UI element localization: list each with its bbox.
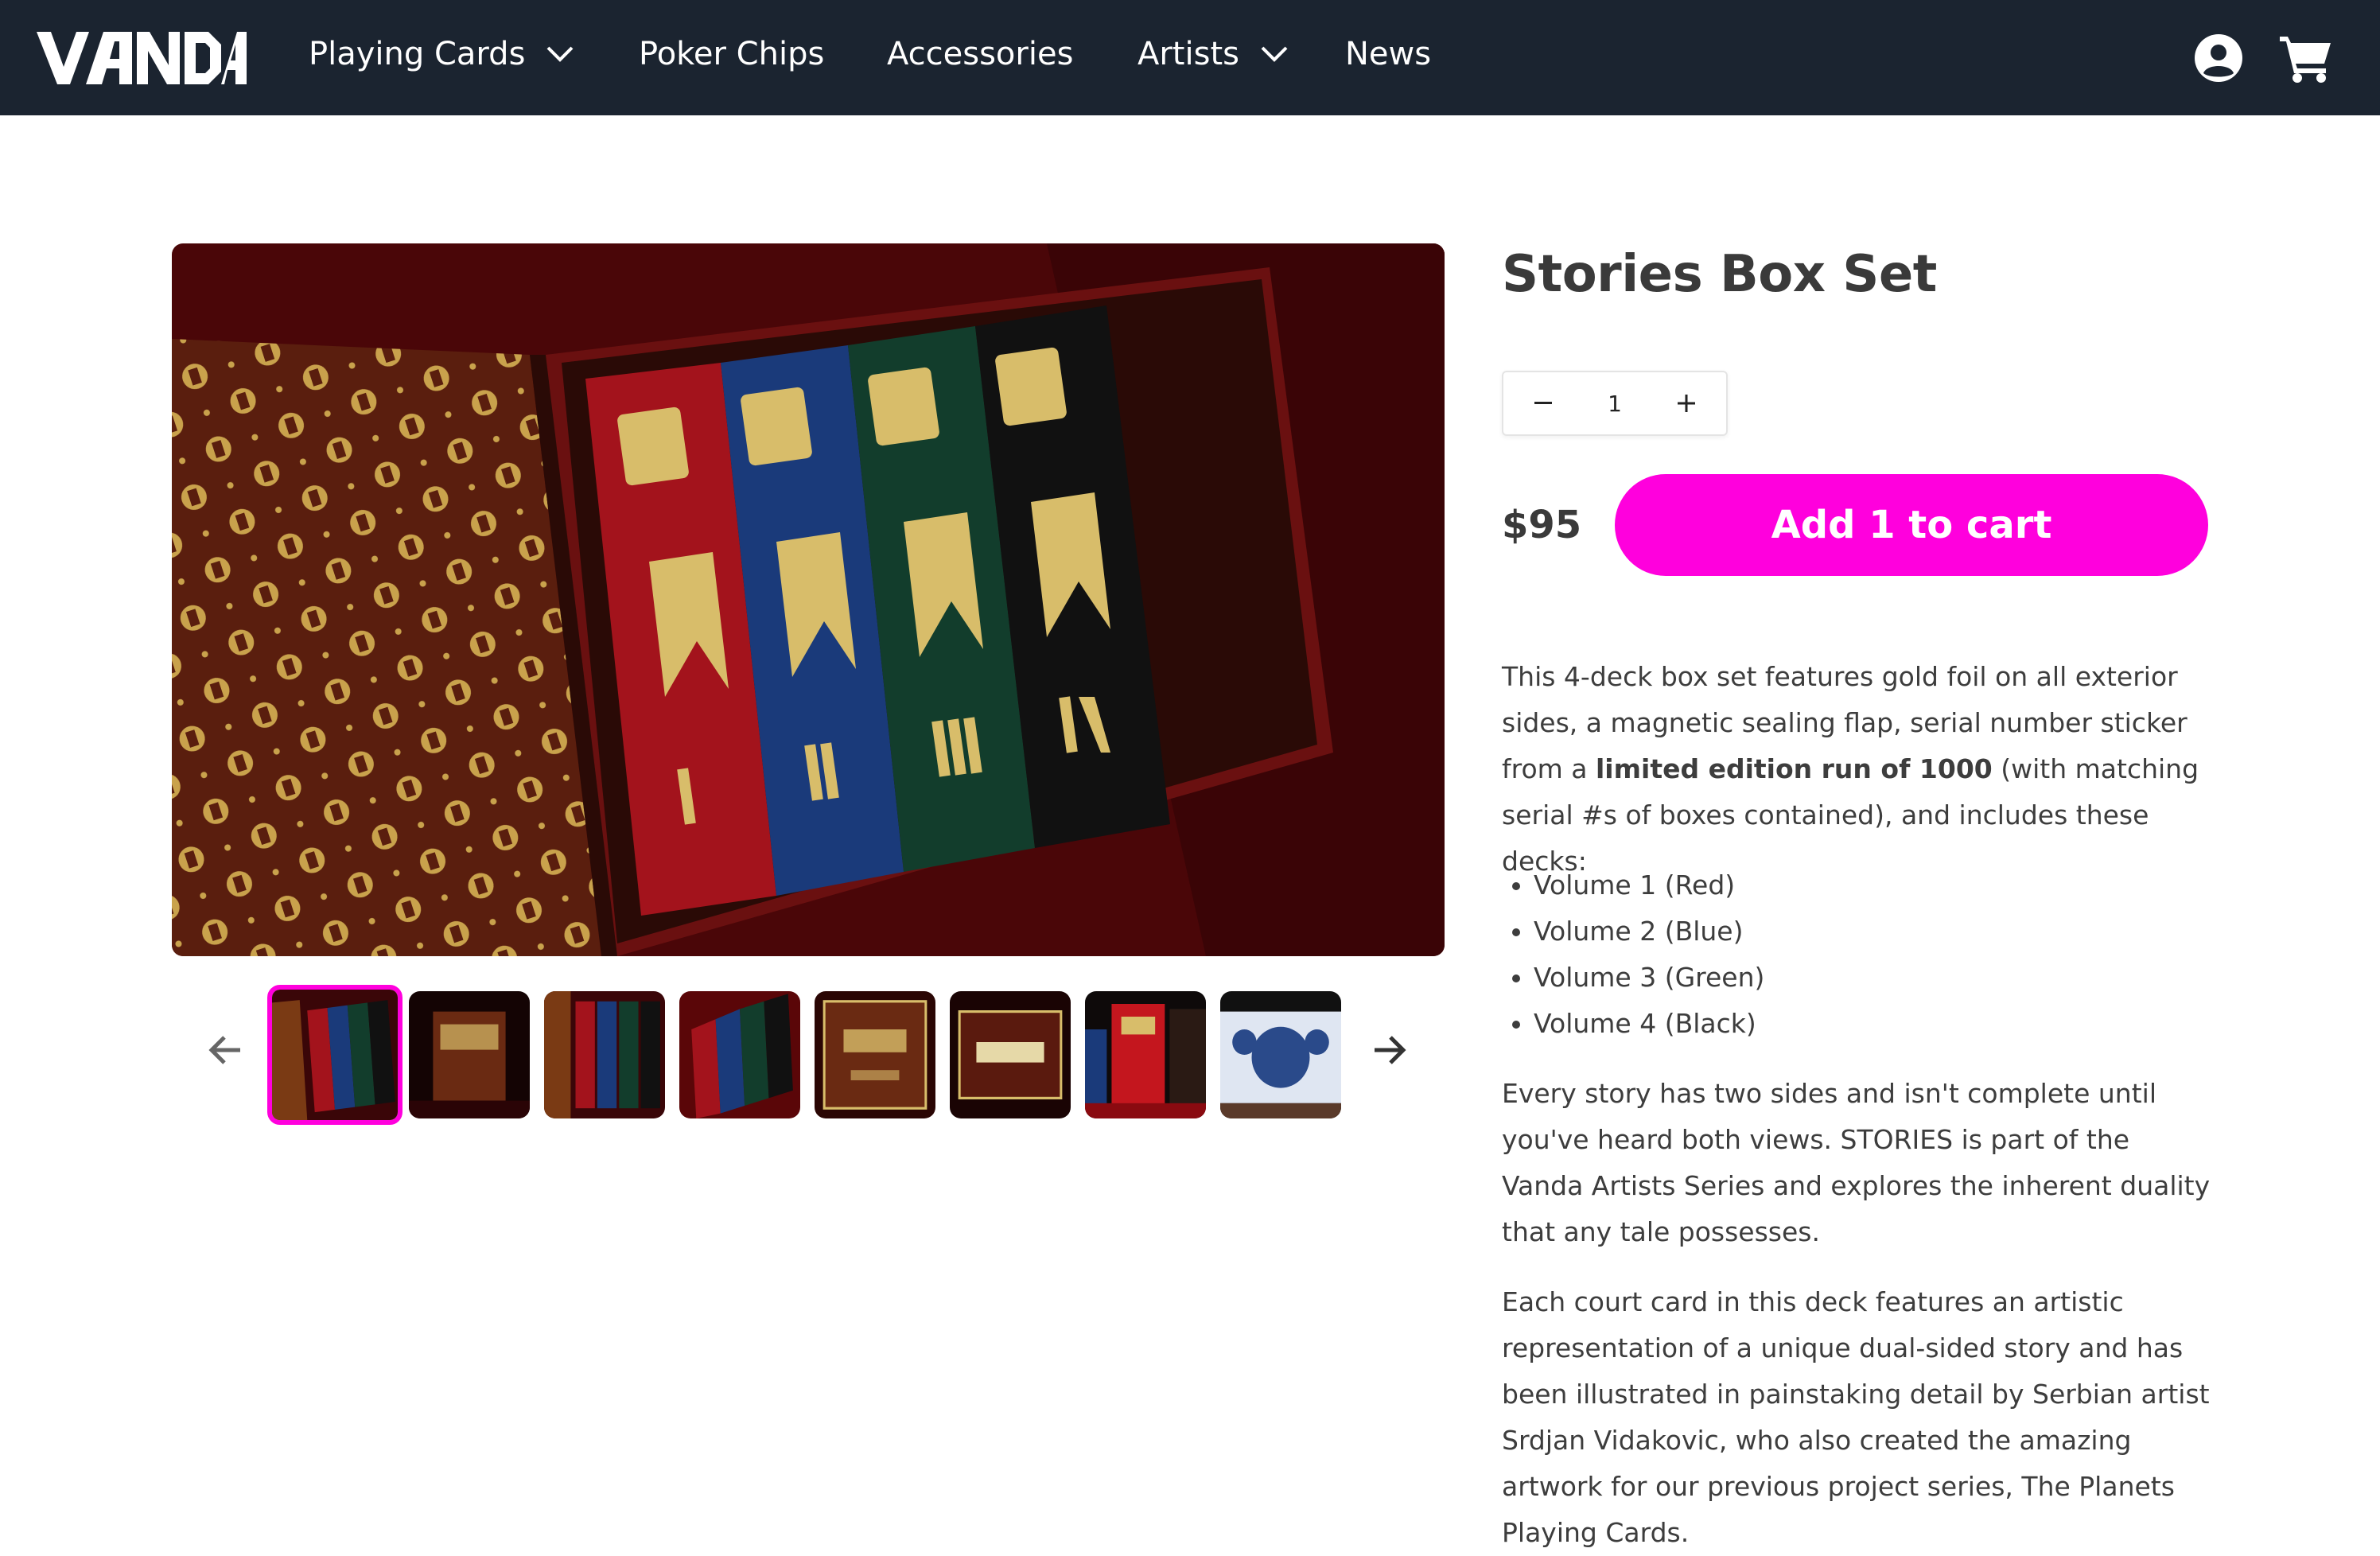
nav-poker-chips-label: Poker Chips xyxy=(639,36,825,72)
thumbnail-7[interactable] xyxy=(1085,991,1206,1118)
add-to-cart-button[interactable]: Add 1 to cart xyxy=(1615,474,2208,576)
thumbnail-1[interactable] xyxy=(267,985,402,1125)
thumbnail-8[interactable] xyxy=(1220,991,1341,1118)
list-item: Volume 1 (Red) xyxy=(1534,862,2218,908)
list-item: Volume 3 (Green) xyxy=(1534,955,2218,1001)
quantity-input[interactable] xyxy=(1589,389,1640,418)
limited-edition-highlight: limited edition run of 1000 xyxy=(1596,753,1993,784)
product-main-image[interactable] xyxy=(172,243,1445,956)
nav-playing-cards-label: Playing Cards xyxy=(309,36,526,72)
description-paragraph-1: This 4-deck box set features gold foil o… xyxy=(1502,654,2218,885)
account-icon[interactable] xyxy=(2194,33,2243,83)
deck-list: Volume 1 (Red) Volume 2 (Blue) Volume 3 … xyxy=(1502,862,2218,1047)
nav-accessories-label: Accessories xyxy=(887,36,1074,72)
thumbnail-2[interactable] xyxy=(409,991,530,1118)
plus-icon xyxy=(1678,395,1695,412)
description-text: Each court card in this deck features an… xyxy=(1502,1286,2210,1548)
nav-accessories[interactable]: Accessories xyxy=(887,30,1073,78)
nav-playing-cards[interactable]: Playing Cards xyxy=(309,30,574,78)
nav-poker-chips[interactable]: Poker Chips xyxy=(639,30,824,78)
chevron-down-icon xyxy=(546,46,574,62)
increase-quantity-button[interactable] xyxy=(1670,387,1702,419)
top-navigation-bar: Playing Cards Poker Chips Accessories Ar… xyxy=(0,0,2380,115)
description-text: Every story has two sides and isn't comp… xyxy=(1502,1078,2211,1247)
product-price: $95 xyxy=(1502,503,1582,547)
thumbnail-3[interactable] xyxy=(544,991,665,1118)
description-paragraph-3: Each court card in this deck features an… xyxy=(1502,1279,2218,1556)
list-item: Volume 4 (Black) xyxy=(1534,1001,2218,1047)
description-paragraph-2: Every story has two sides and isn't comp… xyxy=(1502,1071,2218,1255)
quantity-stepper xyxy=(1502,371,1728,436)
vanda-logo[interactable] xyxy=(37,32,247,84)
nav-artists-label: Artists xyxy=(1138,36,1239,72)
thumbnail-4[interactable] xyxy=(679,991,800,1118)
product-description-intro: This 4-deck box set features gold foil o… xyxy=(1502,654,2218,885)
thumbnail-6[interactable] xyxy=(950,991,1071,1118)
nav-artists[interactable]: Artists xyxy=(1138,30,1289,78)
previous-image-arrow-icon[interactable] xyxy=(204,1028,248,1072)
thumbnail-5[interactable] xyxy=(815,991,935,1118)
cart-icon[interactable] xyxy=(2280,33,2332,83)
product-title: Stories Box Set xyxy=(1502,245,1937,304)
minus-icon xyxy=(1534,402,1552,404)
decrease-quantity-button[interactable] xyxy=(1527,387,1559,419)
product-photo-illustration xyxy=(172,243,1445,956)
nav-news-label: News xyxy=(1345,36,1432,72)
chevron-down-icon xyxy=(1261,46,1288,62)
next-image-arrow-icon[interactable] xyxy=(1367,1028,1411,1072)
nav-news[interactable]: News xyxy=(1345,30,1431,78)
list-item: Volume 2 (Blue) xyxy=(1534,908,2218,955)
